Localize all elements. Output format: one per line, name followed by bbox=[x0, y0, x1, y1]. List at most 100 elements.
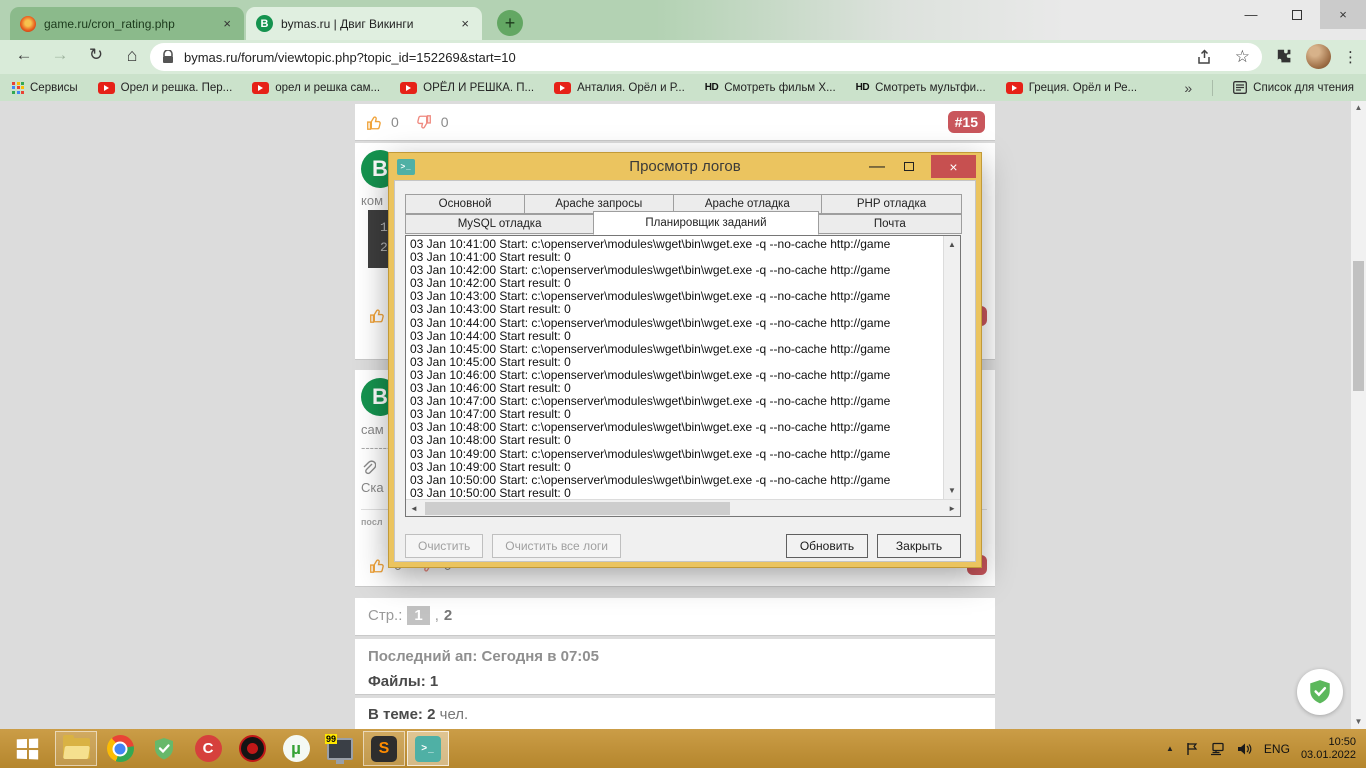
ccleaner-icon: C bbox=[195, 735, 222, 762]
taskbar-utorrent[interactable]: µ bbox=[275, 731, 317, 766]
reading-list-icon bbox=[1233, 81, 1247, 94]
dialog-titlebar[interactable]: >_ Просмотр логов — × bbox=[389, 153, 981, 180]
browser-tab-game[interactable]: game.ru/cron_rating.php × bbox=[10, 7, 244, 40]
apps-grid-icon bbox=[12, 82, 24, 94]
reload-icon[interactable]: ↻ bbox=[84, 45, 108, 65]
bookmark-item[interactable]: HDСмотреть фильм Х... bbox=[705, 82, 836, 94]
log-line: 03 Jan 10:49:00 Start result: 0 bbox=[410, 461, 939, 474]
browser-minimize-button[interactable]: — bbox=[1228, 0, 1274, 29]
bookmark-item[interactable]: орел и решка сам... bbox=[252, 82, 380, 94]
address-bar[interactable]: bymas.ru/forum/viewtopic.php?topic_id=15… bbox=[150, 43, 1262, 71]
tab-title: bymas.ru | Двиг Викинги bbox=[281, 17, 450, 31]
badge-99: 99 bbox=[325, 734, 337, 744]
taskbar-chrome[interactable] bbox=[99, 731, 141, 766]
dialog-button-row: Очистить Очистить все логи Обновить Закр… bbox=[405, 533, 961, 558]
bookmarks-overflow-icon[interactable]: » bbox=[1184, 80, 1192, 96]
scroll-up-icon[interactable]: ▲ bbox=[948, 236, 956, 253]
pagination-page-link[interactable]: 2 bbox=[444, 607, 452, 624]
action-center-flag-icon[interactable] bbox=[1185, 742, 1199, 756]
back-icon[interactable]: ← bbox=[12, 45, 36, 65]
home-icon[interactable]: ⌂ bbox=[120, 45, 144, 66]
bookmark-item[interactable]: HDСмотреть мультфи... bbox=[856, 82, 986, 94]
scroll-down-icon[interactable]: ▼ bbox=[948, 482, 956, 499]
log-output[interactable]: 03 Jan 10:41:00 Start: c:\openserver\mod… bbox=[406, 236, 943, 499]
scroll-left-icon[interactable]: ◄ bbox=[406, 504, 422, 513]
pagination-block: Стр.: 1 , 2 bbox=[355, 598, 995, 635]
shield-check-icon bbox=[152, 736, 176, 762]
log-vertical-scrollbar[interactable]: ▲ ▼ bbox=[943, 236, 960, 499]
log-line: 03 Jan 10:48:00 Start result: 0 bbox=[410, 434, 939, 447]
tab-php-debug[interactable]: PHP отладка bbox=[821, 194, 962, 214]
thumbs-up-icon[interactable] bbox=[365, 114, 383, 131]
browser-tab-bymas[interactable]: B bymas.ru | Двиг Викинги × bbox=[246, 7, 482, 40]
bookmark-item[interactable]: Греция. Орёл и Ре... bbox=[1006, 82, 1137, 94]
browser-menu-icon[interactable]: ⋮ bbox=[1343, 48, 1358, 66]
scroll-down-icon[interactable]: ▼ bbox=[1351, 717, 1366, 726]
taskbar-sublime[interactable]: S bbox=[363, 731, 405, 766]
log-horizontal-scrollbar[interactable]: ◄ ► bbox=[406, 499, 960, 516]
adguard-assistant-button[interactable] bbox=[1297, 669, 1343, 715]
volume-icon[interactable] bbox=[1237, 742, 1253, 756]
scrollbar-thumb[interactable] bbox=[1353, 261, 1364, 391]
log-line: 03 Jan 10:44:00 Start result: 0 bbox=[410, 330, 939, 343]
taskbar-adguard[interactable] bbox=[143, 731, 185, 766]
thumbs-up-icon[interactable] bbox=[368, 557, 386, 574]
tab-main[interactable]: Основной bbox=[405, 194, 525, 214]
dialog-body: Основной Apache запросы Apache отладка P… bbox=[394, 180, 976, 562]
close-button[interactable]: Закрыть bbox=[877, 534, 961, 558]
browser-close-button[interactable]: × bbox=[1320, 0, 1366, 29]
network-icon[interactable] bbox=[1210, 742, 1226, 756]
dark-game-icon bbox=[239, 735, 266, 762]
tab-mysql-debug[interactable]: MySQL отладка bbox=[405, 214, 594, 234]
taskbar-game-app[interactable] bbox=[231, 731, 273, 766]
signature-dashes: ------- bbox=[361, 440, 391, 455]
dialog-maximize-button[interactable] bbox=[893, 158, 925, 176]
forward-icon[interactable]: → bbox=[48, 45, 72, 65]
language-indicator[interactable]: ENG bbox=[1264, 742, 1290, 756]
taskbar-ccleaner[interactable]: C bbox=[187, 731, 229, 766]
taskbar-log-viewer[interactable]: >_ bbox=[407, 731, 449, 766]
bookmarks-bar: Сервисы Орел и решка. Пер... орел и решк… bbox=[0, 74, 1366, 101]
dialog-tabs-row-2: MySQL отладка Планировщик заданий Почта bbox=[405, 214, 961, 235]
dialog-close-button[interactable]: × bbox=[931, 155, 976, 178]
bookmark-star-icon[interactable]: ☆ bbox=[1235, 47, 1250, 67]
in-topic-block: В теме: 2 чел. bbox=[355, 698, 995, 729]
log-box: 03 Jan 10:41:00 Start: c:\openserver\mod… bbox=[405, 235, 961, 517]
tab-mail[interactable]: Почта bbox=[818, 214, 962, 234]
refresh-button[interactable]: Обновить bbox=[786, 534, 868, 558]
bookmark-services[interactable]: Сервисы bbox=[12, 82, 78, 94]
reading-list-button[interactable]: Список для чтения bbox=[1233, 81, 1354, 94]
clock[interactable]: 10:50 03.01.2022 bbox=[1301, 736, 1356, 762]
tab-task-scheduler[interactable]: Планировщик заданий bbox=[593, 211, 819, 235]
scroll-right-icon[interactable]: ► bbox=[944, 504, 960, 513]
thumbs-up-icon[interactable] bbox=[368, 307, 386, 324]
clear-button[interactable]: Очистить bbox=[405, 534, 483, 558]
thumbs-down-icon[interactable] bbox=[415, 114, 433, 131]
extensions-puzzle-icon[interactable] bbox=[1276, 48, 1294, 66]
taskbar-explorer[interactable] bbox=[55, 731, 97, 766]
tab-close-icon[interactable]: × bbox=[220, 16, 234, 31]
dialog-minimize-button[interactable]: — bbox=[861, 158, 893, 176]
attachment-link-fragment[interactable]: Ска bbox=[361, 480, 384, 495]
start-button[interactable] bbox=[1, 731, 53, 766]
bymas-favicon: B bbox=[256, 15, 273, 32]
edited-note-fragment: посл bbox=[361, 517, 383, 527]
scroll-up-icon[interactable]: ▲ bbox=[1351, 103, 1366, 112]
tab-close-icon[interactable]: × bbox=[458, 16, 472, 31]
in-topic-count: 2 bbox=[427, 706, 435, 723]
tray-expand-icon[interactable]: ▲ bbox=[1166, 744, 1174, 753]
scrollbar-thumb[interactable] bbox=[425, 502, 730, 515]
new-tab-button[interactable]: + bbox=[497, 10, 523, 36]
clock-date: 03.01.2022 bbox=[1301, 749, 1356, 762]
bookmark-item[interactable]: Анталия. Орёл и Р... bbox=[554, 82, 685, 94]
share-icon[interactable] bbox=[1196, 49, 1213, 65]
browser-restore-button[interactable] bbox=[1274, 0, 1320, 29]
browser-tabstrip: game.ru/cron_rating.php × B bymas.ru | Д… bbox=[0, 0, 1366, 40]
profile-avatar[interactable] bbox=[1306, 44, 1331, 69]
bookmark-item[interactable]: Орел и решка. Пер... bbox=[98, 82, 233, 94]
url-text[interactable]: bymas.ru/forum/viewtopic.php?topic_id=15… bbox=[184, 50, 1196, 65]
clear-all-logs-button[interactable]: Очистить все логи bbox=[492, 534, 621, 558]
taskbar-monitor-app[interactable]: 99 bbox=[319, 731, 361, 766]
page-scrollbar[interactable]: ▲ ▼ bbox=[1351, 101, 1366, 729]
bookmark-item[interactable]: ОРЁЛ И РЕШКА. П... bbox=[400, 82, 534, 94]
